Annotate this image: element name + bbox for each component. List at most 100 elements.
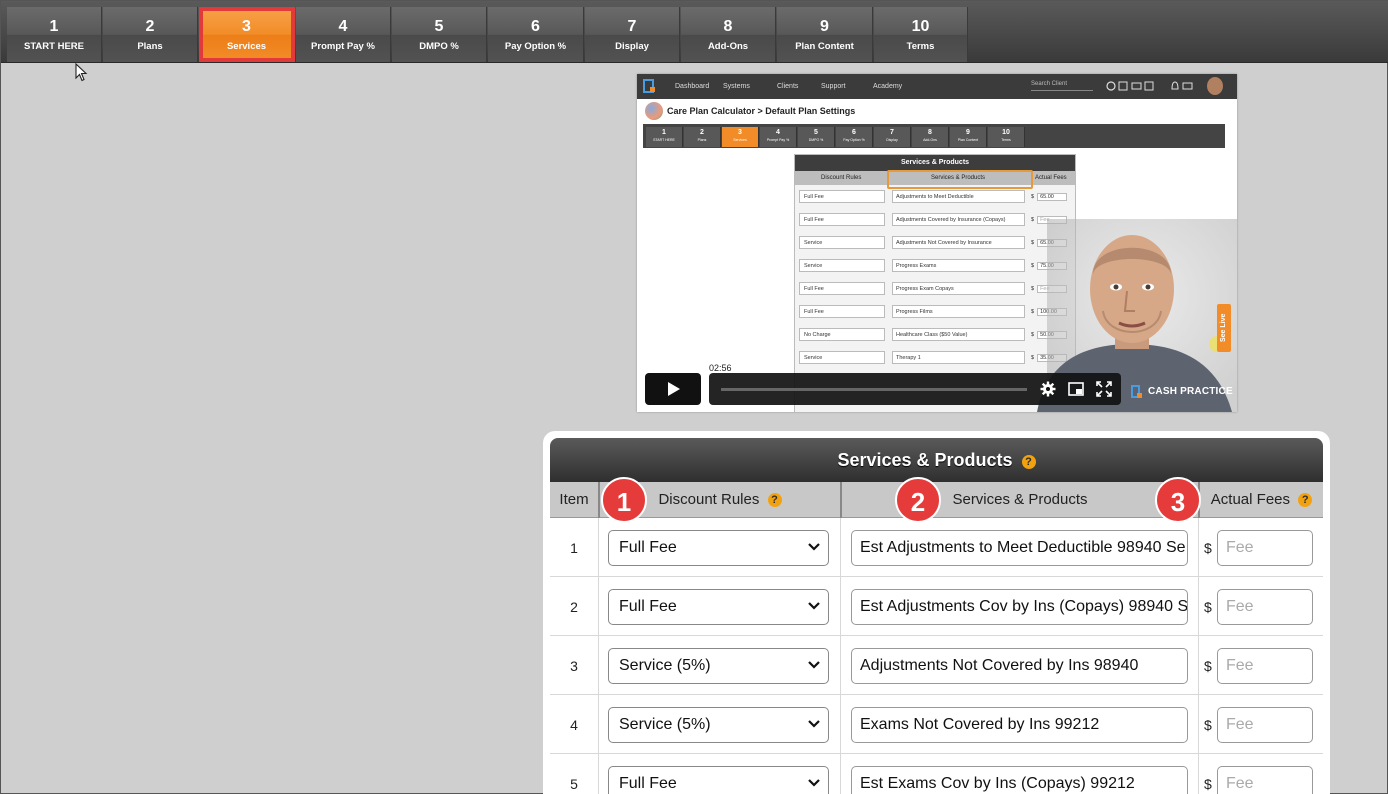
brand-watermark: CASH PRACTICE xyxy=(1148,386,1233,397)
help-icon[interactable]: ? xyxy=(767,493,782,507)
play-icon xyxy=(668,382,680,396)
video-table-title: Services & Products xyxy=(795,155,1075,171)
currency-symbol: $ xyxy=(1204,540,1212,556)
currency-symbol: $ xyxy=(1204,599,1212,615)
video-bell-mail-icons xyxy=(1171,81,1193,90)
fee-input[interactable]: Fee xyxy=(1217,707,1313,743)
step-4-prompt-pay[interactable]: 4 Prompt Pay % xyxy=(296,7,391,62)
picture-in-picture-icon[interactable] xyxy=(1068,381,1084,397)
step-label: START HERE xyxy=(24,41,84,52)
step-3-services[interactable]: 3 Services xyxy=(199,7,295,62)
fee-input[interactable]: Fee xyxy=(1217,648,1313,684)
video-rule: Service xyxy=(799,351,885,364)
annotation-badge-1: 1 xyxy=(601,477,647,523)
see-live-tab[interactable]: See Live xyxy=(1217,304,1231,352)
video-step: 2 Plans xyxy=(684,127,721,147)
tutorial-video[interactable]: Dashboard Systems Clients Support Academ… xyxy=(637,74,1237,412)
chevron-down-icon xyxy=(808,779,820,787)
fullscreen-icon[interactable] xyxy=(1096,381,1112,397)
item-number: 1 xyxy=(570,540,578,556)
video-rule: Full Fee xyxy=(799,305,885,318)
step-label: Terms xyxy=(906,41,935,52)
step-label: Services xyxy=(226,41,267,52)
step-label: Plans xyxy=(137,41,163,52)
step-1-start-here[interactable]: 1 START HERE xyxy=(7,7,102,62)
video-service: Adjustments to Meet Deductible xyxy=(892,190,1025,203)
table-row: 1 Full Fee Est Adjustments to Meet Deduc… xyxy=(550,518,1323,577)
video-calculator-icon xyxy=(645,102,663,120)
chevron-down-icon xyxy=(808,543,820,551)
video-service: Adjustments Covered by Insurance (Copays… xyxy=(892,213,1025,226)
currency-symbol: $ xyxy=(1204,658,1212,674)
video-rule: No Charge xyxy=(799,328,885,341)
discount-rule-value: Full Fee xyxy=(619,539,677,556)
help-icon[interactable]: ? xyxy=(1298,493,1313,507)
discount-rule-select[interactable]: Full Fee xyxy=(608,589,829,625)
step-5-dmpo[interactable]: 5 DMPO % xyxy=(392,7,487,62)
video-app-topbar: Dashboard Systems Clients Support Academ… xyxy=(637,74,1237,99)
mouse-cursor-icon xyxy=(75,63,88,82)
discount-rule-select[interactable]: Service (5%) xyxy=(608,707,829,743)
discount-rule-select[interactable]: Full Fee xyxy=(608,530,829,566)
step-number: 8 xyxy=(723,18,733,35)
step-8-add-ons[interactable]: 8 Add-Ons xyxy=(681,7,776,62)
step-number: 5 xyxy=(434,18,444,35)
step-2-plans[interactable]: 2 Plans xyxy=(103,7,198,62)
service-name-input[interactable]: Est Adjustments to Meet Deductible 98940… xyxy=(851,530,1188,566)
discount-rule-value: Full Fee xyxy=(619,775,677,792)
annotation-badge-3: 3 xyxy=(1155,477,1201,523)
step-navigation: 1 START HERE 2 Plans 3 Services 4 Prompt… xyxy=(1,1,1388,63)
video-step: 5 DMPO % xyxy=(798,127,835,147)
panel-header: Services & Products ? xyxy=(550,438,1323,482)
step-number: 10 xyxy=(911,18,930,35)
services-products-panel: Services & Products ? Item Discount Rule… xyxy=(543,431,1330,794)
discount-rule-select[interactable]: Full Fee xyxy=(608,766,829,794)
step-6-pay-option[interactable]: 6 Pay Option % xyxy=(488,7,584,62)
video-step: 3 Services xyxy=(722,127,759,147)
settings-gear-icon[interactable] xyxy=(1040,381,1056,397)
discount-rule-value: Service (5%) xyxy=(619,657,711,674)
video-step: 10 Terms xyxy=(988,127,1025,147)
service-name-input[interactable]: Exams Not Covered by Ins 99212 xyxy=(851,707,1188,743)
panel-title: Services & Products xyxy=(837,450,1013,470)
item-number: 5 xyxy=(570,776,578,792)
video-service: Progress Exam Copays xyxy=(892,282,1025,295)
step-number: 7 xyxy=(627,18,637,35)
video-rule: Full Fee xyxy=(799,190,885,203)
step-label: Prompt Pay % xyxy=(311,41,375,52)
fee-input[interactable]: Fee xyxy=(1217,766,1313,794)
step-10-terms[interactable]: 10 Terms xyxy=(874,7,968,62)
video-step: 8 Add-Ons xyxy=(912,127,949,147)
video-nav-systems: Systems xyxy=(723,83,750,90)
annotation-badge-2: 2 xyxy=(895,477,941,523)
video-step: 1 START HERE xyxy=(646,127,683,147)
step-7-display[interactable]: 7 Display xyxy=(585,7,680,62)
step-label: Display xyxy=(615,41,649,52)
step-9-plan-content[interactable]: 9 Plan Content xyxy=(777,7,873,62)
video-col-rules: Discount Rules xyxy=(821,175,862,181)
service-name-input[interactable]: Est Adjustments Cov by Ins (Copays) 9894… xyxy=(851,589,1188,625)
step-number: 2 xyxy=(145,18,155,35)
video-progress-bar[interactable] xyxy=(721,388,1027,391)
help-icon[interactable]: ? xyxy=(1021,455,1036,469)
col-item: Item xyxy=(559,491,589,508)
video-rule: Service xyxy=(799,236,885,249)
fee-input[interactable]: Fee xyxy=(1217,530,1313,566)
discount-rule-select[interactable]: Service (5%) xyxy=(608,648,829,684)
table-row: 3 Service (5%) Adjustments Not Covered b… xyxy=(550,636,1323,695)
fee-input[interactable]: Fee xyxy=(1217,589,1313,625)
video-nav-academy: Academy xyxy=(873,83,903,90)
step-number: 9 xyxy=(820,18,829,35)
video-step-navigation: 1 START HERE 2 Plans 3 Services 4 Prompt Pay… xyxy=(643,124,1225,148)
play-button[interactable] xyxy=(645,373,701,405)
service-name-input[interactable]: Est Exams Cov by Ins (Copays) 99212 xyxy=(851,766,1188,794)
video-col-fees: Actual Fees xyxy=(1035,175,1067,181)
step-number: 6 xyxy=(531,18,540,35)
step-number: 4 xyxy=(338,18,348,35)
video-fee: $65.00 xyxy=(1031,190,1071,203)
video-rule: Full Fee xyxy=(799,213,885,226)
chevron-down-icon xyxy=(808,720,820,728)
video-step: 9 Plan Content xyxy=(950,127,987,147)
chevron-down-icon xyxy=(808,602,820,610)
service-name-input[interactable]: Adjustments Not Covered by Ins 98940 xyxy=(851,648,1188,684)
